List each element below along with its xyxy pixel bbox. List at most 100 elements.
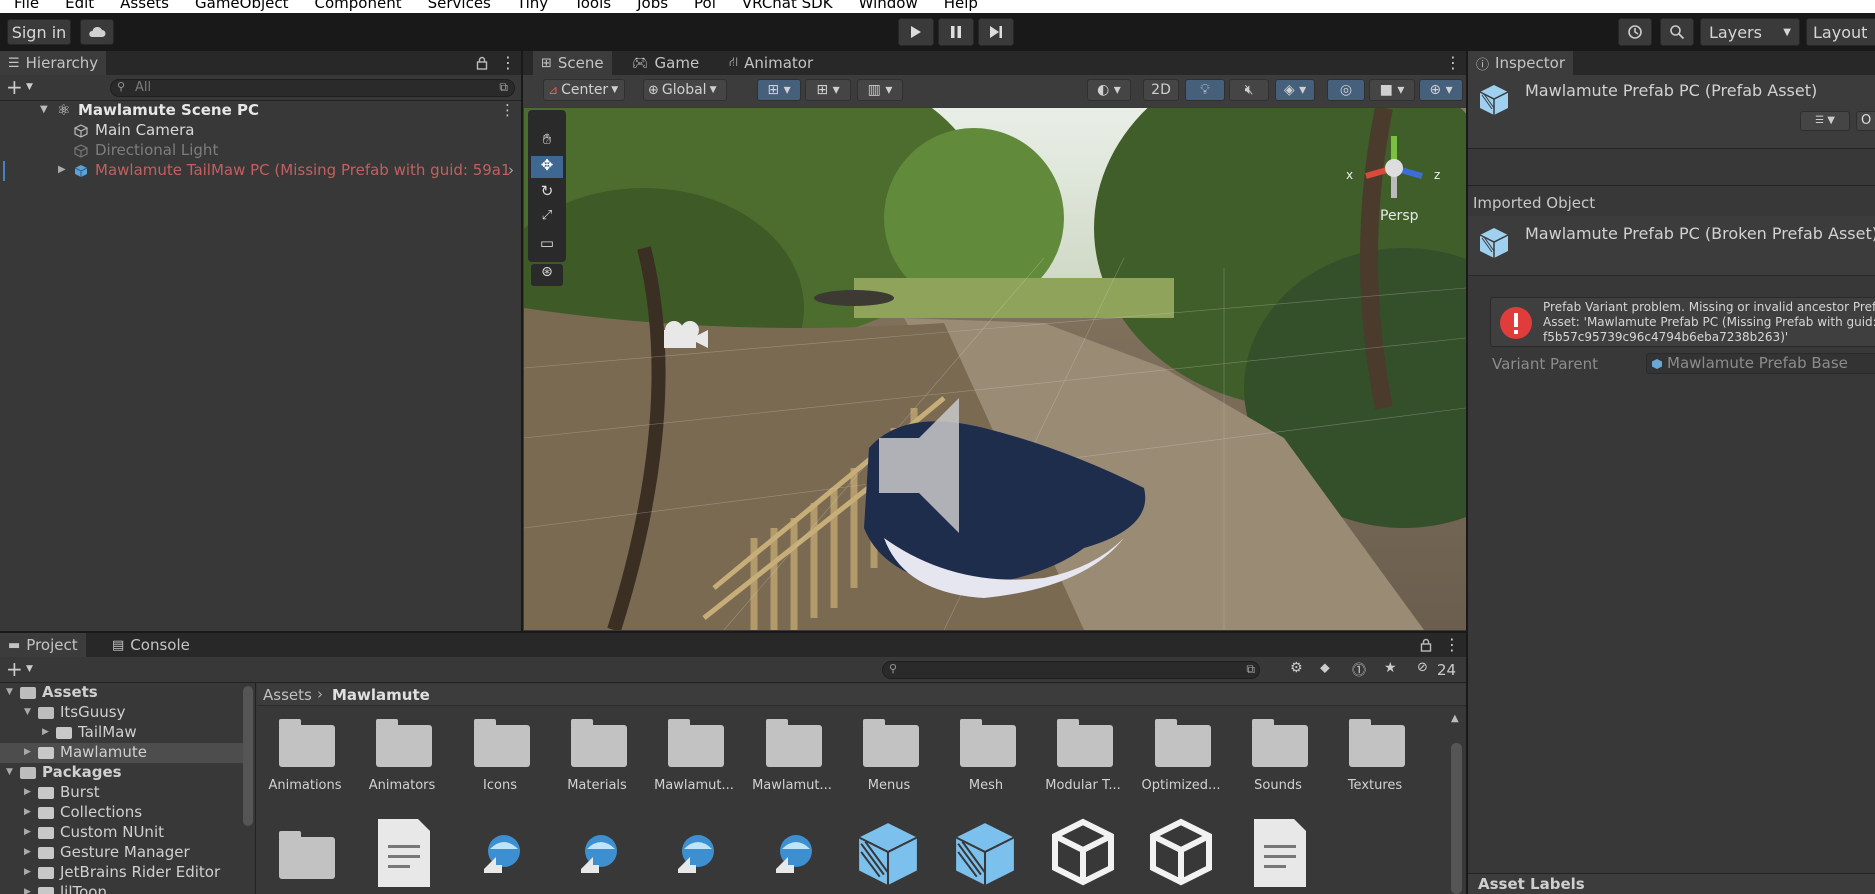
tab-inspector[interactable]: ⓘ Inspector [1468,51,1573,75]
menu-edit[interactable]: Edit [65,0,94,12]
chevron-icon[interactable]: ▶ [42,727,49,737]
asset-item[interactable] [1133,817,1229,894]
tree-item[interactable]: ▶ Custom NUnit [0,823,243,843]
chevron-icon[interactable]: ▶ [24,887,31,894]
scroll-up-icon[interactable]: ▲ [1451,713,1459,724]
visibility-toggle[interactable]: ◎ [1327,79,1365,101]
asset-folder[interactable]: Animations [257,707,353,797]
asset-item[interactable] [1035,817,1131,894]
scene-row[interactable]: ▼ ⚛ Mawlamute Scene PC ⋮ [0,101,521,121]
menu-poi[interactable]: Poi [694,0,716,12]
play-button[interactable] [898,18,934,46]
asset-folder[interactable]: Materials [549,707,645,797]
chevron-icon[interactable]: ▼ [24,707,31,717]
menu-jobs[interactable]: Jobs [637,0,668,12]
history-button[interactable] [1618,18,1652,46]
tab-scene[interactable]: ⊞ Scene [533,51,612,75]
asset-item[interactable] [646,817,742,894]
list-item[interactable]: Main Camera [0,121,521,141]
menu-help[interactable]: Help [944,0,978,12]
project-search-input[interactable]: ⚲ ⧉ [882,661,1260,679]
tree-item[interactable]: ▶ Mawlamute [0,743,243,763]
hierarchy-search-input[interactable]: ⚲ All ⧉ [110,79,515,97]
asset-folder[interactable]: Sounds [1230,707,1326,797]
chevron-icon[interactable]: ▶ [24,867,31,877]
orientation-gizmo[interactable]: x z Persp [1344,128,1444,228]
menu-file[interactable]: File [14,0,39,12]
asset-folder[interactable]: Mesh [938,707,1034,797]
align-button[interactable]: ▥ ▾ [857,79,903,101]
pause-button[interactable] [938,18,974,46]
tree-scrollbar[interactable] [243,686,253,826]
pivot-dropdown[interactable]: ⊿ Center ▼ [543,79,625,101]
add-icon[interactable]: + [6,75,23,99]
asset-folder[interactable]: Mawlamut... [646,707,742,797]
asset-item[interactable] [938,817,1034,894]
chevron-down-icon[interactable]: ▼ [26,82,33,92]
menu-tools[interactable]: Tools [574,0,611,12]
asset-item[interactable] [452,817,548,894]
transform-tool-icon[interactable]: ⊛ [531,264,563,286]
asset-item[interactable] [354,817,450,894]
audio-toggle[interactable]: 🔇︎ [1229,79,1269,101]
effects-dropdown[interactable]: ◈ ▾ [1275,79,1315,101]
gizmos-dropdown[interactable]: ⊕ ▾ [1419,79,1463,101]
scene-viewport[interactable]: ✋︎ ✥ ↻ ⤢ ▭ ⊛ x z Persp [524,108,1466,630]
menu-vrchat-sdk[interactable]: VRChat SDK [742,0,833,12]
menu-assets[interactable]: Assets [120,0,169,12]
tree-item[interactable]: ▶ Burst [0,783,243,803]
scale-tool-icon[interactable]: ⤢ [531,208,563,230]
asset-item[interactable] [744,817,840,894]
hidden-packages-icon[interactable]: ⊘ [1417,660,1428,675]
asset-labels-bar[interactable]: Asset Labels [1468,873,1875,894]
asset-folder[interactable]: Menus [841,707,937,797]
asset-folder[interactable]: Animators [354,707,450,797]
asset-folder[interactable]: Optimized... [1133,707,1229,797]
toggle-2d-button[interactable]: 2D [1143,79,1179,101]
tab-game[interactable]: 🎮︎ Game [624,51,707,75]
chevron-icon[interactable]: ▶ [24,807,31,817]
warning-filter-icon[interactable]: ⓵ [1352,660,1366,680]
cloud-button[interactable] [80,19,114,45]
space-dropdown[interactable]: ⊕ Global ▼ [643,79,727,101]
breadcrumb-current[interactable]: Mawlamute [332,686,430,704]
asset-item[interactable] [549,817,645,894]
breadcrumb-root[interactable]: Assets [263,686,312,704]
variant-parent-field[interactable]: Mawlamute Prefab Base [1646,353,1875,374]
layers-dropdown[interactable]: Layers ▼ [1700,18,1800,46]
tree-item[interactable]: ▶ JetBrains Rider Editor [0,863,243,883]
camera-dropdown[interactable]: ■ ▾ [1369,79,1415,101]
tree-item[interactable]: ▼ Packages [0,763,243,783]
tab-project[interactable]: ▬ Project [0,633,86,657]
kebab-menu-icon[interactable]: ⋮ [500,53,516,72]
rotate-tool-icon[interactable]: ↻ [531,182,563,204]
tree-item[interactable]: ▶ TailMaw [0,723,243,743]
hand-tool-icon[interactable]: ✋︎ [531,130,563,152]
chevron-icon[interactable]: ▶ [24,787,31,797]
add-icon[interactable]: + [6,657,23,681]
tree-item[interactable]: ▼ ItsGuusy [0,703,243,723]
filter-type-icon[interactable]: ⚙ [1290,660,1303,676]
tree-item[interactable]: ▼ Assets [0,683,243,703]
list-item[interactable]: Directional Light [0,141,521,161]
asset-folder[interactable]: Icons [452,707,548,797]
grid-snap-button[interactable]: ⊞ ▾ [757,79,801,101]
menu-services[interactable]: Services [428,0,491,12]
grid-scrollbar[interactable] [1451,743,1462,894]
tab-console[interactable]: ▤ Console [104,633,198,657]
overrides-dropdown[interactable]: ☰ ▼ [1800,111,1850,131]
sign-in-button[interactable]: Sign in [7,19,71,45]
asset-folder[interactable]: Mawlamut... [744,707,840,797]
tab-animator[interactable]: ⛙ Animator [721,51,821,75]
chevron-icon[interactable]: ▶ [24,827,31,837]
chevron-icon[interactable]: ▼ [6,767,13,777]
menu-window[interactable]: Window [859,0,918,12]
chevron-icon[interactable]: ▶ [24,747,31,757]
search-options-icon[interactable]: ⧉ [1246,662,1255,677]
search-button[interactable] [1660,18,1694,46]
kebab-menu-icon[interactable]: ⋮ [1445,53,1461,72]
asset-item[interactable] [1230,817,1326,894]
step-button[interactable] [978,18,1014,46]
shading-dropdown[interactable]: ◐ ▾ [1087,79,1131,101]
list-item[interactable]: ▶ Mawlamute TailMaw PC (Missing Prefab w… [0,161,521,181]
